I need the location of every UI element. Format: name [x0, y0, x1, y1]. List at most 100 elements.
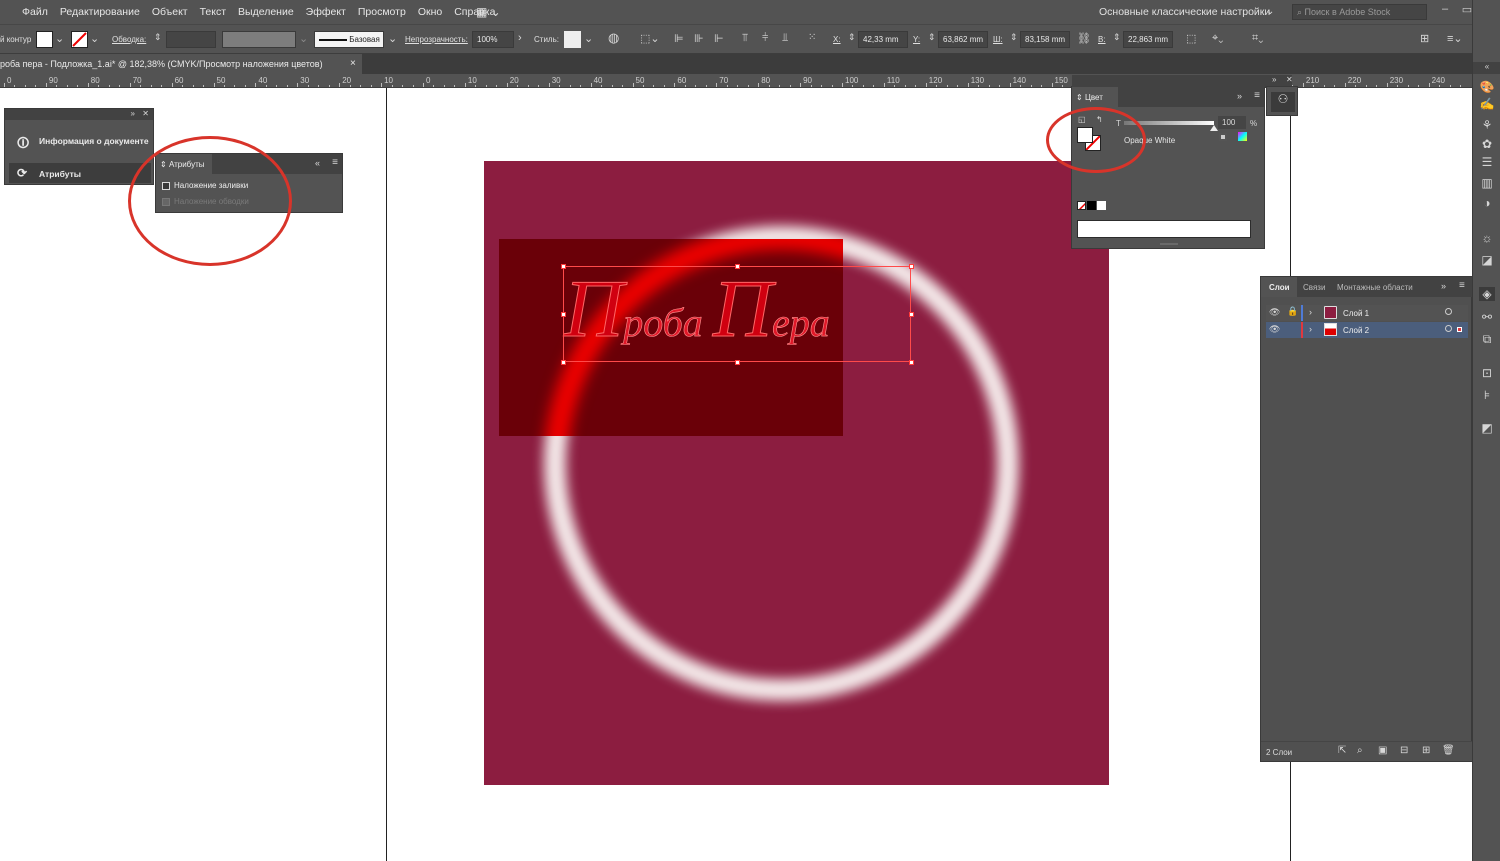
opacity-field[interactable]: 100% [472, 31, 514, 48]
tab-artboards[interactable]: Монтажные области [1337, 283, 1413, 292]
stock-search-input[interactable]: ⌕ Поиск в Adobe Stock [1292, 4, 1427, 20]
close-color-icon[interactable]: ✕ [1286, 75, 1293, 84]
appearance-icon[interactable]: ☼ [1479, 231, 1495, 245]
reference-point-icon[interactable]: ⁙ [808, 32, 816, 43]
new-layer-icon[interactable]: ⊞ [1422, 745, 1430, 756]
menu-view[interactable]: Просмотр [358, 6, 406, 18]
menu-select[interactable]: Выделение [238, 6, 294, 18]
puppet-warp-icon[interactable]: ⌗⌄ [1252, 32, 1263, 45]
isolate-icon[interactable]: ⌖⌄ [1212, 32, 1223, 45]
panel-menu-icon[interactable]: ≡ [332, 157, 338, 168]
opacity-arrow-icon[interactable]: › [518, 32, 522, 44]
collapse-panel-icon[interactable]: « [315, 158, 320, 168]
layers-menu-icon[interactable]: ≡ [1459, 280, 1465, 291]
target-circle-icon[interactable] [1445, 325, 1452, 332]
menu-type[interactable]: Текст [200, 6, 226, 18]
workspace-switcher[interactable]: Основные классические настройки [1099, 6, 1270, 18]
selected-art-indicator[interactable] [1457, 327, 1462, 332]
align-hcenter-icon[interactable]: ⊪ [694, 32, 704, 45]
export-icon[interactable]: ⇱ [1338, 745, 1346, 756]
color-menu-icon[interactable]: ≡ [1254, 90, 1260, 101]
expand-color-icon[interactable]: » [1272, 75, 1276, 84]
visibility-eye-icon[interactable]: 👁 [1269, 324, 1280, 335]
stroke-icon[interactable]: ☰ [1479, 155, 1495, 169]
recolor-artwork-icon[interactable]: ◍ [608, 30, 619, 46]
arrange-documents-icon[interactable]: ▦ ⌄ [476, 5, 501, 19]
height-stepper-icon[interactable]: ⇕ [1113, 32, 1121, 43]
brushes-icon[interactable]: ✿ [1479, 137, 1495, 151]
tint-value-field[interactable]: 100 [1218, 116, 1246, 129]
new-sublayer-icon[interactable]: ⊟ [1400, 745, 1408, 756]
layer-name[interactable]: Слой 1 [1343, 309, 1369, 318]
locate-object-icon[interactable]: ⌕ [1357, 745, 1363, 756]
profile-chevron-icon[interactable]: ⌄ [299, 32, 308, 45]
transform-icon[interactable]: ⬚ [1186, 32, 1196, 45]
hamburger-icon[interactable]: ≡⌄ [1447, 32, 1463, 45]
stroke-swatch[interactable] [71, 31, 88, 48]
graphic-styles-icon[interactable]: ◪ [1479, 253, 1495, 267]
color-tab[interactable]: ⇕ Цвет [1072, 87, 1118, 107]
links-icon[interactable]: ⚯ [1479, 310, 1495, 324]
variable-width-field[interactable] [222, 31, 296, 48]
y-field[interactable]: 63,862 mm [938, 31, 988, 48]
lock-icon[interactable]: 🔒 [1287, 306, 1298, 317]
fill-color-swatch[interactable] [1077, 127, 1093, 143]
color-guide-icon[interactable]: ✍ [1479, 97, 1495, 111]
expand-layer-icon[interactable]: › [1309, 324, 1312, 334]
dock-item-document-info[interactable]: 🛈 Информация о документе [9, 130, 151, 150]
selection-handle-mr[interactable] [909, 312, 914, 317]
stroke-weight-field[interactable] [166, 31, 216, 48]
expand-options-icon[interactable]: » [1237, 91, 1242, 101]
fill-swatch[interactable] [36, 31, 53, 48]
menu-edit[interactable]: Редактирование [60, 6, 140, 18]
x-label[interactable]: X: [833, 35, 841, 44]
ai-panel-icon[interactable]: ⊞ [1420, 32, 1429, 45]
menu-file[interactable]: Файл [22, 6, 48, 18]
target-circle-icon[interactable] [1445, 308, 1452, 315]
selection-handle-tr[interactable] [909, 264, 914, 269]
width-stepper-icon[interactable]: ⇕ [1010, 32, 1018, 43]
align-bottom-icon[interactable]: ⫫ [782, 32, 788, 45]
height-label[interactable]: В: [1098, 35, 1106, 44]
selection-handle-bl[interactable] [561, 360, 566, 365]
constrain-proportions-icon[interactable]: ⛓ [1077, 32, 1091, 45]
brush-definition-field[interactable]: Базовая [314, 31, 384, 48]
left-dock-header[interactable]: » ✕ [5, 109, 153, 120]
layer-row-1[interactable]: 👁 🔒 › Слой 1 [1266, 305, 1468, 321]
color-spectrum-bar[interactable] [1077, 220, 1251, 238]
transform-panel-icon[interactable]: ⊡ [1479, 366, 1495, 380]
artwork-background[interactable] [484, 161, 1109, 785]
black-color-chip[interactable] [1087, 201, 1096, 210]
minimize-icon[interactable]: – [1438, 3, 1452, 19]
visibility-eye-icon[interactable]: 👁 [1269, 307, 1280, 318]
color-panel-top-strip[interactable]: » ✕ [1072, 75, 1293, 87]
white-color-chip[interactable] [1097, 201, 1106, 210]
close-tab-icon[interactable]: × [350, 58, 356, 69]
align-left-icon[interactable]: ⊫ [674, 32, 684, 45]
align-top-icon[interactable]: ⫪ [742, 32, 748, 45]
layer-name[interactable]: Слой 2 [1343, 326, 1369, 335]
make-clipping-mask-icon[interactable]: ▣ [1378, 745, 1387, 756]
none-color-chip[interactable] [1077, 201, 1086, 210]
selection-handle-br[interactable] [909, 360, 914, 365]
stroke-stepper-icon[interactable]: ⇕ [154, 32, 162, 43]
dock-item-attributes[interactable]: ⟳ Атрибуты [9, 163, 151, 183]
workspace-chevron-icon[interactable]: ⌄ [1266, 6, 1274, 17]
fill-chevron-icon[interactable]: ⌄ [55, 32, 64, 45]
style-chevron-icon[interactable]: ⌄ [584, 32, 593, 45]
align-to-icon[interactable]: ⬚⌄ [640, 32, 660, 45]
expand-dock-icon[interactable]: » [131, 109, 135, 118]
menu-object[interactable]: Объект [152, 6, 188, 18]
width-field[interactable]: 83,158 mm [1020, 31, 1070, 48]
height-field[interactable]: 22,863 mm [1123, 31, 1173, 48]
y-label[interactable]: Y: [913, 35, 920, 44]
align-vcenter-icon[interactable]: ⫩ [762, 32, 768, 45]
gradient-icon[interactable]: ▥ [1479, 176, 1495, 190]
selection-handle-ml[interactable] [561, 312, 566, 317]
selection-handle-tc[interactable] [735, 264, 740, 269]
expand-layer-icon[interactable]: › [1309, 307, 1312, 317]
brush-chevron-icon[interactable]: ⌄ [388, 32, 397, 45]
out-of-gamut-icon[interactable] [1219, 133, 1227, 141]
x-stepper-icon[interactable]: ⇕ [848, 32, 856, 43]
align-right-icon[interactable]: ⊩ [714, 32, 724, 45]
